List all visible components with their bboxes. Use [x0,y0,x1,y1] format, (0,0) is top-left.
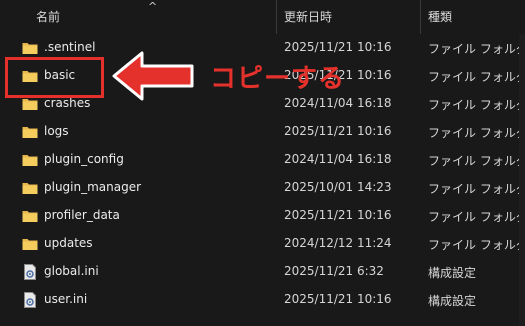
item-type: ファイル フォルダー [428,154,525,168]
item-name: global.ini [44,264,99,278]
list-item[interactable]: updates 2024/12/12 11:24 ファイル フォルダー [0,230,525,258]
item-type: ファイル フォルダー [428,182,525,196]
left-arrow-icon [112,51,194,101]
item-name: updates [44,236,93,250]
item-name: plugin_manager [44,180,142,194]
folder-icon [22,96,38,110]
folder-icon [22,180,38,194]
item-type: ファイル フォルダー [428,98,525,112]
column-header-bar: ^ 名前 更新日時 種類 [0,0,525,34]
column-header-type[interactable]: 種類 [428,8,452,25]
item-name: crashes [44,96,91,110]
item-name: profiler_data [44,208,120,222]
column-header-date[interactable]: 更新日時 [284,8,332,25]
item-date: 2024/12/12 11:24 [284,236,392,250]
item-type: 構成設定 [428,294,477,308]
folder-icon [22,236,38,250]
item-date: 2025/10/01 14:23 [284,180,392,194]
item-type: ファイル フォルダー [428,70,525,84]
settings-file-icon [22,292,38,308]
callout-text: コピーする [210,64,346,94]
item-name: .sentinel [44,40,96,54]
list-item[interactable]: logs 2025/11/21 10:16 ファイル フォルダー [0,118,525,146]
item-name: logs [44,124,69,138]
highlight-box [5,57,104,98]
scrollbar-track[interactable] [519,34,525,326]
list-item[interactable]: profiler_data 2025/11/21 10:16 ファイル フォルダー [0,202,525,230]
folder-icon [22,208,38,222]
column-header-name[interactable]: 名前 [36,8,60,25]
item-date: 2025/11/21 10:16 [284,292,392,306]
folder-icon [22,152,38,166]
list-item[interactable]: plugin_manager 2025/10/01 14:23 ファイル フォルダー [0,174,525,202]
item-date: 2024/11/04 16:18 [284,96,392,110]
settings-file-icon [22,264,38,280]
list-item[interactable]: user.ini 2025/11/21 10:16 構成設定 [0,286,525,314]
item-name: user.ini [44,292,88,306]
list-item[interactable]: plugin_config 2024/11/04 16:18 ファイル フォルダー [0,146,525,174]
item-date: 2025/11/21 10:16 [284,208,392,222]
folder-icon [22,40,38,54]
item-date: 2024/11/04 16:18 [284,152,392,166]
item-type: ファイル フォルダー [428,126,525,140]
folder-icon [22,124,38,138]
list-item[interactable]: global.ini 2025/11/21 6:32 構成設定 [0,258,525,286]
item-name: plugin_config [44,152,124,166]
item-type: ファイル フォルダー [428,238,525,252]
item-date: 2025/11/21 6:32 [284,264,384,278]
sort-chevron-up-icon[interactable]: ^ [148,0,157,13]
column-divider[interactable] [420,0,421,34]
item-type: ファイル フォルダー [428,210,525,224]
item-type: 構成設定 [428,266,477,280]
item-date: 2025/11/21 10:16 [284,124,392,138]
item-type: ファイル フォルダー [428,42,525,56]
column-divider[interactable] [276,0,277,34]
item-date: 2025/11/21 10:16 [284,40,392,54]
